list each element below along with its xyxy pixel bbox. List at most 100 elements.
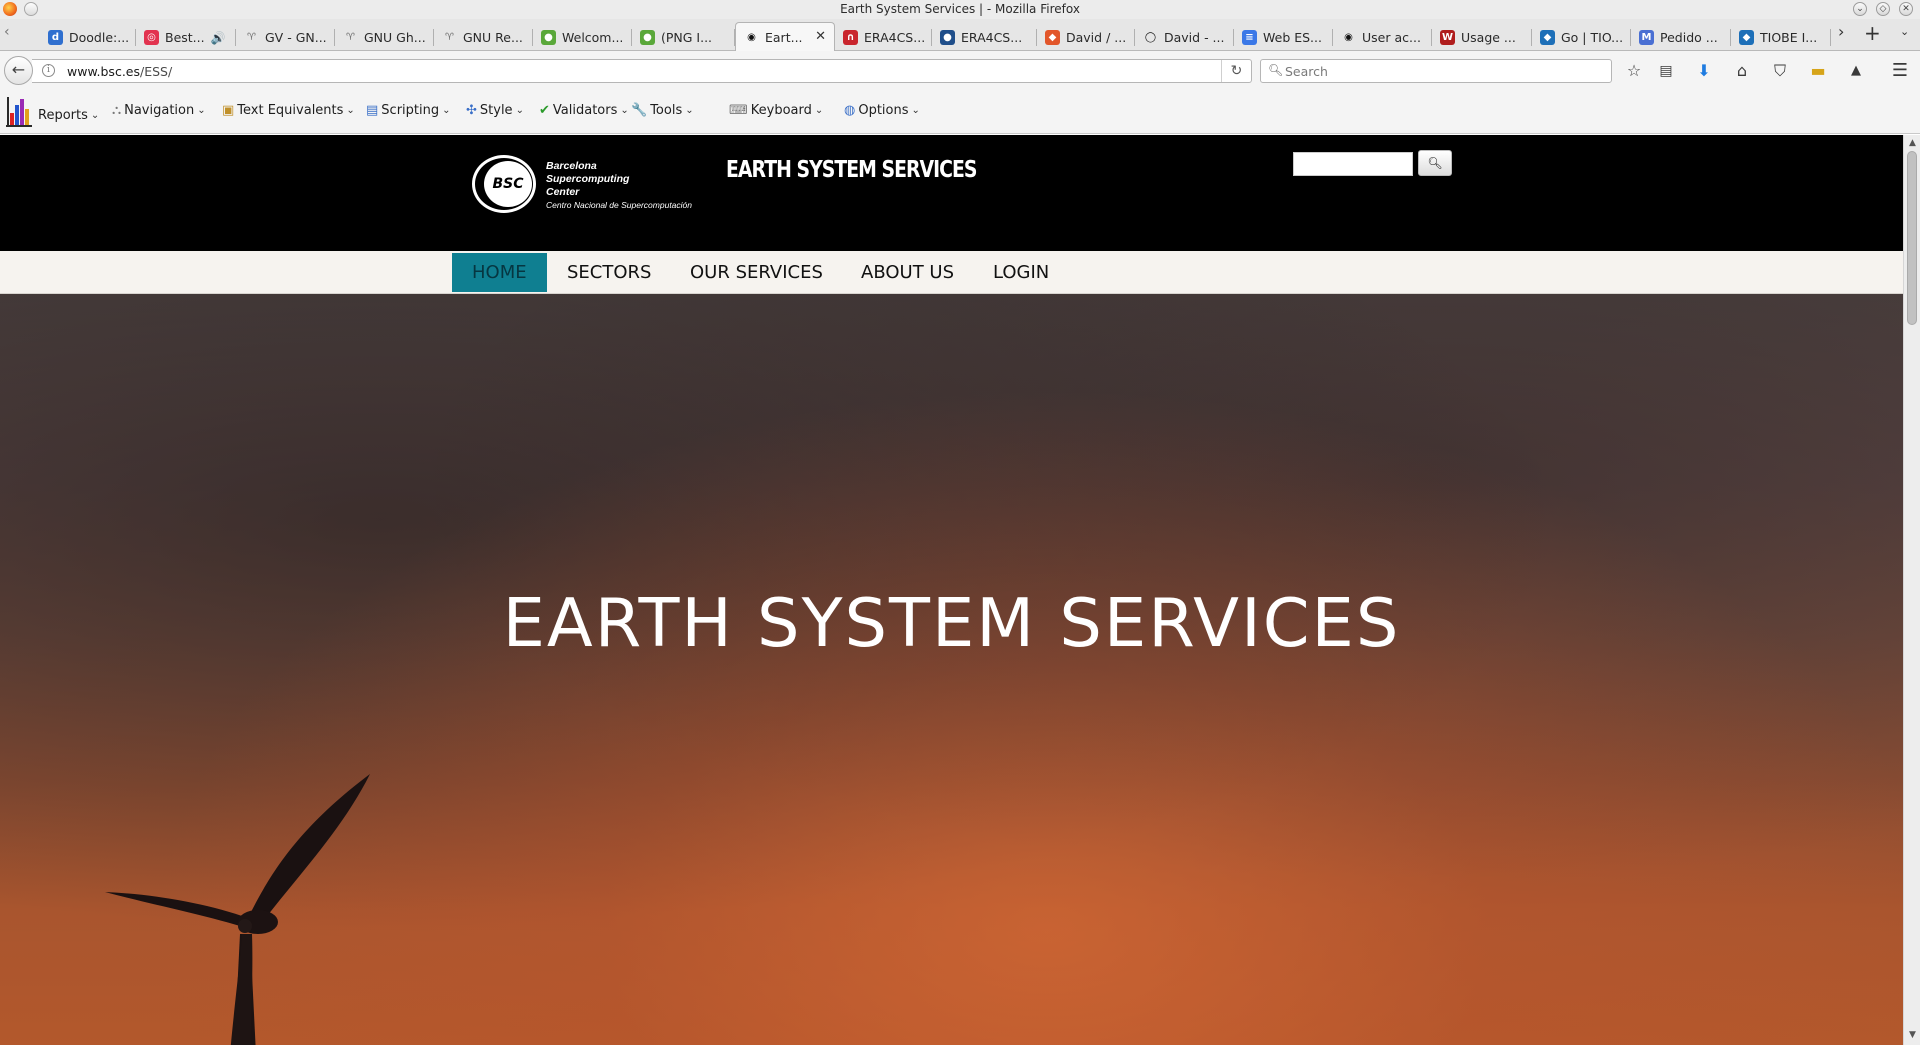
era4cs-icon: ∩ <box>843 30 858 45</box>
close-tab-icon[interactable]: ✕ <box>815 29 826 44</box>
site-info-icon[interactable]: i <box>42 64 55 77</box>
tab-strip: ‹ d Doodle:... ◎ Best... 🔊 ♈ GV - GN... ♈ GNU Gh… <box>0 19 1920 51</box>
maximize-icon[interactable]: ◇ <box>1876 2 1890 16</box>
addon-label-reports: Reports <box>38 107 88 123</box>
addon-menu-style[interactable]: ✣ Style ⌄ <box>466 103 524 118</box>
back-button[interactable]: ← <box>4 56 33 85</box>
addon-menu-options[interactable]: ◍ Options ⌄ <box>844 103 920 118</box>
checkmark-icon: ✔ <box>539 103 550 118</box>
green-circle-icon: ● <box>541 30 556 45</box>
tab-11[interactable]: ◆ David / ... <box>1037 24 1135 51</box>
window-titlebar: Earth System Services | - Mozilla Firefo… <box>0 0 1920 19</box>
gitlab-icon: ◆ <box>1045 30 1060 45</box>
addon-menu-navigation[interactable]: ⛬ Navigation ⌄ <box>112 103 206 118</box>
tab-9[interactable]: ∩ ERA4CS... <box>835 24 932 51</box>
scroll-down-arrow-icon[interactable]: ▼ <box>1906 1029 1919 1041</box>
list-all-tabs-icon[interactable]: ⌄ <box>1900 25 1909 38</box>
ruler-addon-icon[interactable]: ▬ <box>1806 59 1830 83</box>
scroll-up-arrow-icon[interactable]: ▲ <box>1906 137 1919 149</box>
hamburger-menu-icon[interactable]: ☰ <box>1888 59 1912 83</box>
nav-link-home[interactable]: HOME <box>452 253 547 292</box>
tab-label: Go | TIO... <box>1561 30 1624 45</box>
hero-banner: EARTH SYSTEM SERVICES <box>0 294 1903 1045</box>
addon-menu-tools[interactable]: 🔧 Tools ⌄ <box>631 103 694 118</box>
addon-menu-validators[interactable]: ✔ Validators ⌄ <box>539 103 629 118</box>
wrench-icon: 🔧 <box>631 103 648 118</box>
bsc-logo[interactable]: BSC Barcelona Supercomputing Center Cent… <box>472 155 712 217</box>
back-arrow-icon: ← <box>11 60 26 79</box>
nav-link-sectors[interactable]: SECTORS <box>547 253 671 292</box>
bsc-logo-line1: Barcelona <box>546 160 597 172</box>
pocket-icon[interactable]: ⛉ <box>1768 59 1792 83</box>
url-text[interactable]: www.bsc.es/ESS/ <box>67 64 172 79</box>
url-bar[interactable]: i www.bsc.es/ESS/ ↻ <box>32 59 1252 83</box>
tab-label: David / ... <box>1066 30 1127 45</box>
bsc-logo-text: Barcelona Supercomputing Center <box>546 160 629 199</box>
home-icon[interactable]: ⌂ <box>1730 59 1754 83</box>
tab-8[interactable]: ◉ Eart... ✕ <box>735 22 835 51</box>
search-bar[interactable]: 🔍︎ <box>1260 59 1612 83</box>
chevron-down-icon: ⌄ <box>90 109 100 121</box>
tab-18[interactable]: ◆ TIOBE I... <box>1731 24 1831 51</box>
chevron-down-icon: ⌄ <box>911 105 920 116</box>
nav-link-about-us[interactable]: ABOUT US <box>841 253 974 292</box>
site-search-button[interactable]: 🔍︎ <box>1418 150 1452 176</box>
search-input[interactable] <box>1285 62 1605 80</box>
tab-16[interactable]: ◆ Go | TIO... <box>1532 24 1631 51</box>
scrollbar-thumb[interactable] <box>1907 151 1917 325</box>
bsc-logo-mark: BSC <box>484 161 532 207</box>
chevron-down-icon: ⌄ <box>197 105 206 116</box>
tab-2[interactable]: ◎ Best... 🔊 <box>136 24 236 51</box>
minimize-icon[interactable]: ⌄ <box>1853 2 1867 16</box>
addon-menu-text-equivalents[interactable]: ▣ Text Equivalents ⌄ <box>222 103 355 118</box>
close-window-icon[interactable]: ✕ <box>1899 2 1913 16</box>
docs-icon: ≡ <box>1242 30 1257 45</box>
window-title: Earth System Services | - Mozilla Firefo… <box>840 2 1080 16</box>
tab-15[interactable]: W Usage ... <box>1432 24 1532 51</box>
site-search-input[interactable] <box>1293 152 1413 176</box>
upload-addon-icon[interactable]: ▲ <box>1844 59 1868 83</box>
tab-label: David - ... <box>1164 30 1225 45</box>
scroll-tabs-right-icon[interactable]: › <box>1838 22 1844 41</box>
addon-label: Tools <box>650 103 683 118</box>
new-tab-icon[interactable]: + <box>1864 21 1881 45</box>
addon-label: Scripting <box>381 103 440 118</box>
tab-label: User ac... <box>1362 30 1421 45</box>
addon-menu-scripting[interactable]: ▤ Scripting ⌄ <box>366 103 451 118</box>
tab-14[interactable]: ◉ User ac... <box>1333 24 1432 51</box>
scroll-tabs-left-icon[interactable]: ‹ <box>4 24 10 40</box>
bookmark-star-icon[interactable]: ☆ <box>1622 59 1646 83</box>
page-scrollbar[interactable]: ▲ ▼ <box>1903 135 1920 1045</box>
bsc-logo-subtitle: Centro Nacional de Supercomputación <box>546 200 693 210</box>
site-header-title[interactable]: EARTH SYSTEM SERVICES <box>726 157 978 183</box>
options-icon: ◍ <box>844 103 856 118</box>
tab-10[interactable]: ● ERA4CS... <box>932 24 1037 51</box>
tab-7[interactable]: ● (PNG I... <box>632 24 735 51</box>
tiobe-icon: ◆ <box>1739 30 1754 45</box>
wordreference-icon: W <box>1440 30 1455 45</box>
tab-label: Doodle:... <box>69 30 130 45</box>
gmail-icon: M <box>1639 30 1654 45</box>
tab-6[interactable]: ● Welcom... <box>533 24 632 51</box>
downloads-icon[interactable]: ⬇ <box>1692 59 1716 83</box>
addon-menu-keyboard[interactable]: ⌨ Keyboard ⌄ <box>729 103 823 118</box>
tab-1[interactable]: d Doodle:... <box>40 24 136 51</box>
tab-12[interactable]: ◯ David - ... <box>1135 24 1234 51</box>
nav-link-our-services[interactable]: OUR SERVICES <box>670 253 843 292</box>
tab-5[interactable]: ♈ GNU Re... <box>434 24 533 51</box>
bsc-logo-line3: Center <box>546 186 580 198</box>
tab-label: Usage ... <box>1461 30 1516 45</box>
tab-4[interactable]: ♈ GNU Gh... <box>335 24 434 51</box>
reload-icon[interactable]: ↻ <box>1221 60 1251 82</box>
tab-17[interactable]: M Pedido ... <box>1631 24 1731 51</box>
speaker-icon[interactable]: 🔊 <box>211 31 226 45</box>
reading-list-icon[interactable]: ▤ <box>1654 59 1678 83</box>
addon-menu-reports[interactable]: Reports ⌄ <box>6 95 99 127</box>
tiobe-icon: ◆ <box>1540 30 1555 45</box>
nav-link-login[interactable]: LOGIN <box>973 253 1069 292</box>
tab-3[interactable]: ♈ GV - GN... <box>236 24 335 51</box>
bsc-logo-line2: Supercomputing <box>546 173 630 185</box>
tab-13[interactable]: ≡ Web ES... <box>1234 24 1333 51</box>
doodle-icon: d <box>48 30 63 45</box>
keyboard-icon: ⌨ <box>729 103 748 118</box>
